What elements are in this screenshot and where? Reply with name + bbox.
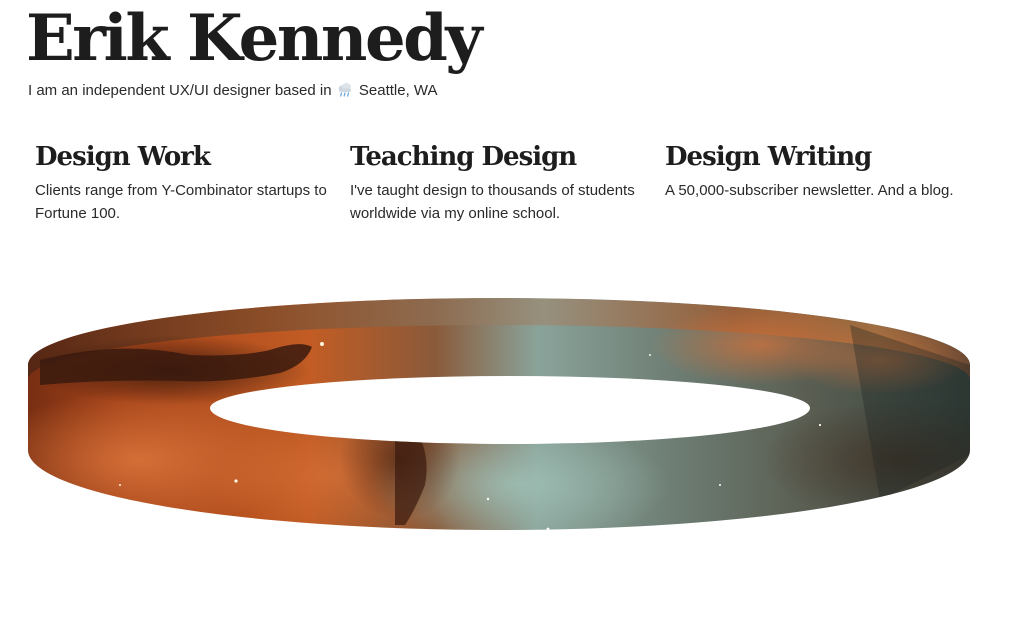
section-design-work: Design Work Clients range from Y-Combina… <box>35 140 335 225</box>
nebula-ring-image <box>28 298 970 530</box>
tagline: I am an independent UX/UI designer based… <box>28 81 438 103</box>
section-design-writing: Design Writing A 50,000-subscriber newsl… <box>665 140 995 202</box>
section-teaching-design: Teaching Design I've taught design to th… <box>350 140 650 225</box>
teaching-design-link[interactable]: Teaching Design <box>350 140 650 174</box>
location-text: Seattle, WA <box>358 82 438 99</box>
tagline-text: I am an independent UX/UI designer based… <box>28 82 332 99</box>
design-work-link[interactable]: Design Work <box>35 140 335 174</box>
design-work-description: Clients range from Y-Combinator startups… <box>35 182 327 222</box>
design-writing-link[interactable]: Design Writing <box>665 140 995 174</box>
design-writing-description: A 50,000-subscriber newsletter. And a bl… <box>665 182 954 199</box>
teaching-design-description: I've taught design to thousands of stude… <box>350 182 635 222</box>
site-title: Erik Kennedy <box>26 1 483 76</box>
cloud-rain-icon <box>337 82 353 103</box>
